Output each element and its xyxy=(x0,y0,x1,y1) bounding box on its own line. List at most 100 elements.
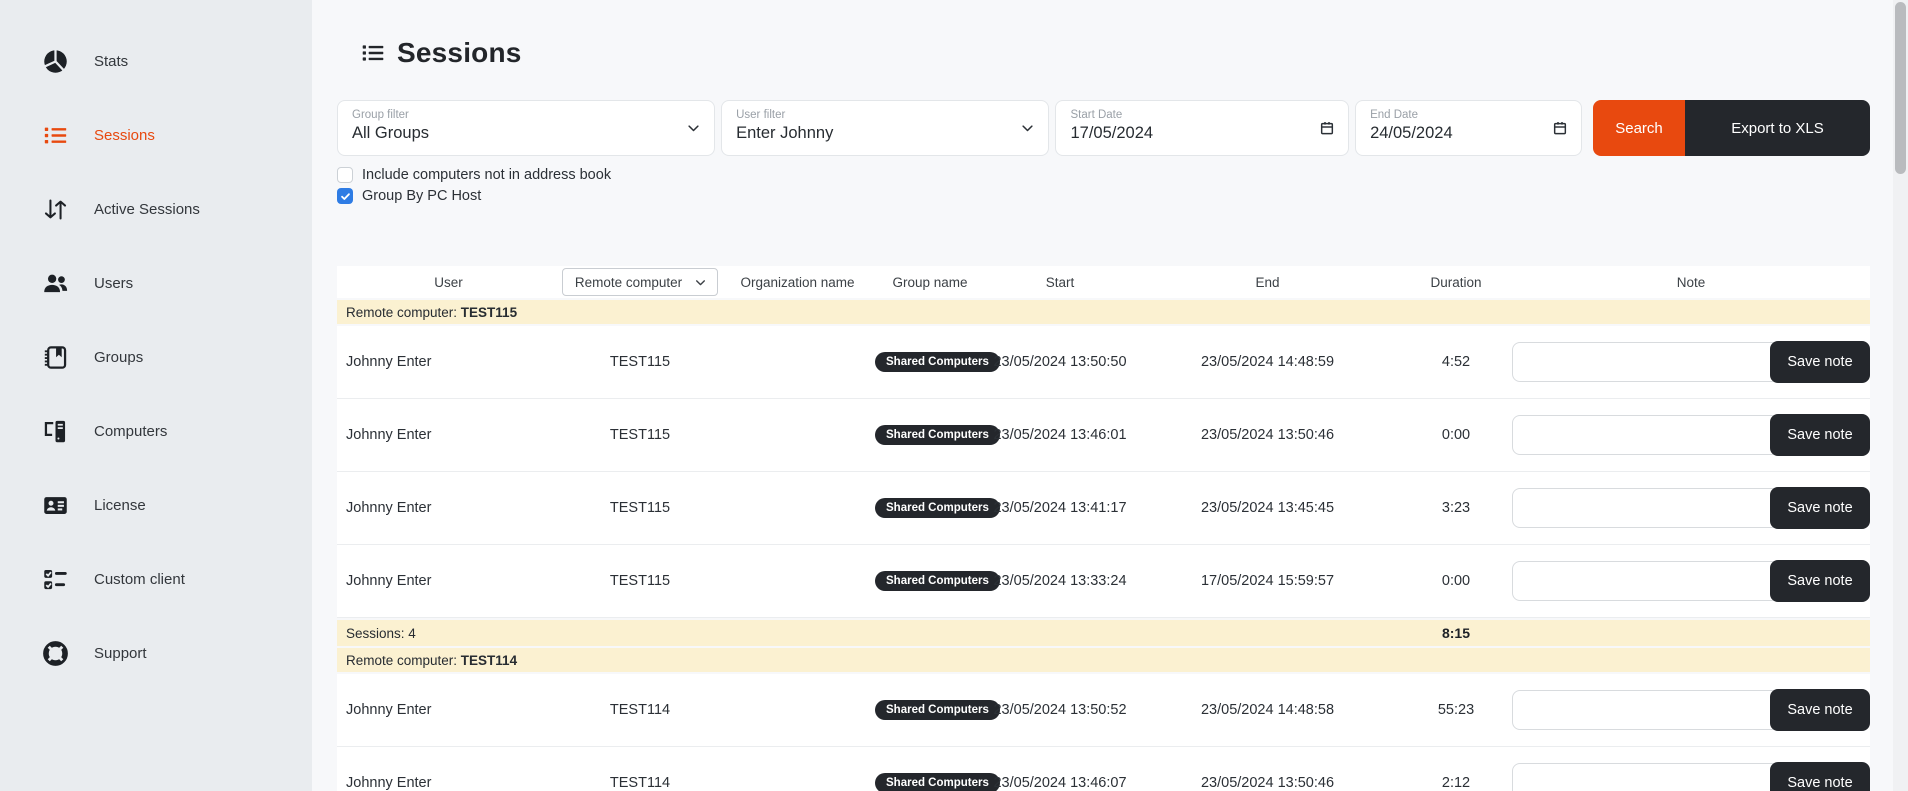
cell-end: 23/05/2024 13:50:46 xyxy=(1135,775,1400,791)
cell-start: 23/05/2024 13:50:50 xyxy=(985,354,1135,370)
group-summary-row: Sessions: 4 8:15 xyxy=(337,620,1870,646)
group-name-badge: Shared Computers xyxy=(875,425,1000,445)
remote-computer-dropdown[interactable]: Remote computer xyxy=(562,268,718,296)
note-input[interactable] xyxy=(1512,342,1780,382)
cell-user: Johnny Enter xyxy=(337,573,560,589)
cell-remote-computer: TEST115 xyxy=(560,354,720,370)
start-date-label: Start Date xyxy=(1070,109,1334,121)
sessions-table: User Remote computer Organization name G… xyxy=(337,266,1870,791)
column-header-organization-name: Organization name xyxy=(720,275,875,290)
save-note-button[interactable]: Save note xyxy=(1770,341,1870,383)
table-row: Johnny Enter TEST115 Shared Computers 23… xyxy=(337,545,1870,618)
id-card-icon xyxy=(42,492,69,519)
cell-start: 23/05/2024 13:46:07 xyxy=(985,775,1135,791)
life-ring-icon xyxy=(42,640,69,667)
include-computers-label: Include computers not in address book xyxy=(362,167,611,183)
group-name-badge: Shared Computers xyxy=(875,700,1000,720)
cell-remote-computer: TEST115 xyxy=(560,573,720,589)
app-window: Stats Sessions Active Sessions Users Gro… xyxy=(0,0,1908,791)
table-header-row: User Remote computer Organization name G… xyxy=(337,266,1870,298)
cell-start: 23/05/2024 13:33:24 xyxy=(985,573,1135,589)
computer-icon xyxy=(42,418,69,445)
users-icon xyxy=(42,270,69,297)
sidebar-item-support[interactable]: Support xyxy=(0,616,312,690)
cell-start: 23/05/2024 13:41:17 xyxy=(985,500,1135,516)
save-note-button[interactable]: Save note xyxy=(1770,414,1870,456)
calendar-icon[interactable] xyxy=(1319,120,1335,136)
save-note-button[interactable]: Save note xyxy=(1770,487,1870,529)
sidebar-item-computers[interactable]: Computers xyxy=(0,394,312,468)
calendar-icon[interactable] xyxy=(1552,120,1568,136)
column-header-note: Note xyxy=(1512,275,1870,290)
end-date-input[interactable]: End Date 24/05/2024 xyxy=(1355,100,1582,156)
end-date-value: 24/05/2024 xyxy=(1370,124,1567,143)
cell-duration: 0:00 xyxy=(1400,427,1512,443)
sidebar-item-groups[interactable]: Groups xyxy=(0,320,312,394)
sidebar-item-users[interactable]: Users xyxy=(0,246,312,320)
scrollbar-thumb[interactable] xyxy=(1895,2,1906,174)
note-input[interactable] xyxy=(1512,415,1780,455)
note-input[interactable] xyxy=(1512,690,1780,730)
note-input[interactable] xyxy=(1512,763,1780,791)
sidebar-item-stats[interactable]: Stats xyxy=(0,24,312,98)
include-computers-checkbox[interactable] xyxy=(337,167,353,183)
cell-end: 23/05/2024 13:50:46 xyxy=(1135,427,1400,443)
cell-user: Johnny Enter xyxy=(337,702,560,718)
column-header-duration: Duration xyxy=(1400,275,1512,290)
vertical-scrollbar[interactable] xyxy=(1893,0,1908,791)
cell-user: Johnny Enter xyxy=(337,354,560,370)
cell-user: Johnny Enter xyxy=(337,427,560,443)
cell-remote-computer: TEST114 xyxy=(560,775,720,791)
start-date-input[interactable]: Start Date 17/05/2024 xyxy=(1055,100,1349,156)
address-book-icon xyxy=(42,344,69,371)
note-input[interactable] xyxy=(1512,561,1780,601)
cell-note: Save note xyxy=(1512,414,1870,456)
group-filter-label: Group filter xyxy=(352,109,700,121)
export-to-xls-button[interactable]: Export to XLS xyxy=(1685,100,1870,156)
table-row: Johnny Enter TEST115 Shared Computers 23… xyxy=(337,399,1870,472)
chevron-down-icon xyxy=(1020,121,1035,136)
group-by-pc-host-checkbox[interactable] xyxy=(337,188,353,204)
sidebar: Stats Sessions Active Sessions Users Gro… xyxy=(0,0,312,791)
table-body: Remote computer: TEST115 Johnny Enter TE… xyxy=(337,300,1870,791)
cell-duration: 55:23 xyxy=(1400,702,1512,718)
sidebar-item-license[interactable]: License xyxy=(0,468,312,542)
sessions-list-icon xyxy=(360,40,386,66)
table-row: Johnny Enter TEST115 Shared Computers 23… xyxy=(337,326,1870,399)
group-filter-select[interactable]: Group filter All Groups xyxy=(337,100,715,156)
save-note-button[interactable]: Save note xyxy=(1770,689,1870,731)
note-input[interactable] xyxy=(1512,488,1780,528)
group-by-pc-host-checkbox-row[interactable]: Group By PC Host xyxy=(337,186,1870,206)
group-name-badge: Shared Computers xyxy=(875,773,1000,791)
cell-end: 17/05/2024 15:59:57 xyxy=(1135,573,1400,589)
group-header-row: Remote computer: TEST115 xyxy=(337,300,1870,324)
save-note-button[interactable]: Save note xyxy=(1770,560,1870,602)
cell-end: 23/05/2024 14:48:58 xyxy=(1135,702,1400,718)
cell-note: Save note xyxy=(1512,341,1870,383)
main-content: Sessions Group filter All Groups User fi… xyxy=(312,0,1908,791)
sidebar-item-active-sessions[interactable]: Active Sessions xyxy=(0,172,312,246)
group-header-computer: TEST114 xyxy=(461,653,517,668)
group-name-badge: Shared Computers xyxy=(875,498,1000,518)
column-header-start: Start xyxy=(985,275,1135,290)
cell-user: Johnny Enter xyxy=(337,775,560,791)
cell-start: 23/05/2024 13:50:52 xyxy=(985,702,1135,718)
cell-note: Save note xyxy=(1512,689,1870,731)
pie-chart-icon xyxy=(42,48,69,75)
summary-sessions-count: Sessions: 4 xyxy=(337,626,1400,641)
cell-remote-computer: TEST115 xyxy=(560,500,720,516)
include-computers-checkbox-row[interactable]: Include computers not in address book xyxy=(337,165,1870,185)
sidebar-item-custom-client[interactable]: Custom client xyxy=(0,542,312,616)
save-note-button[interactable]: Save note xyxy=(1770,762,1870,791)
cell-note: Save note xyxy=(1512,762,1870,791)
sidebar-item-sessions[interactable]: Sessions xyxy=(0,98,312,172)
table-row: Johnny Enter TEST114 Shared Computers 23… xyxy=(337,747,1870,791)
user-filter-select[interactable]: User filter Enter Johnny xyxy=(721,100,1049,156)
cell-duration: 3:23 xyxy=(1400,500,1512,516)
group-header-label: Remote computer: xyxy=(346,653,461,668)
cell-remote-computer: TEST115 xyxy=(560,427,720,443)
group-header-label: Remote computer: xyxy=(346,305,461,320)
search-button[interactable]: Search xyxy=(1593,100,1685,156)
end-date-label: End Date xyxy=(1370,109,1567,121)
arrows-up-down-icon xyxy=(42,196,69,223)
